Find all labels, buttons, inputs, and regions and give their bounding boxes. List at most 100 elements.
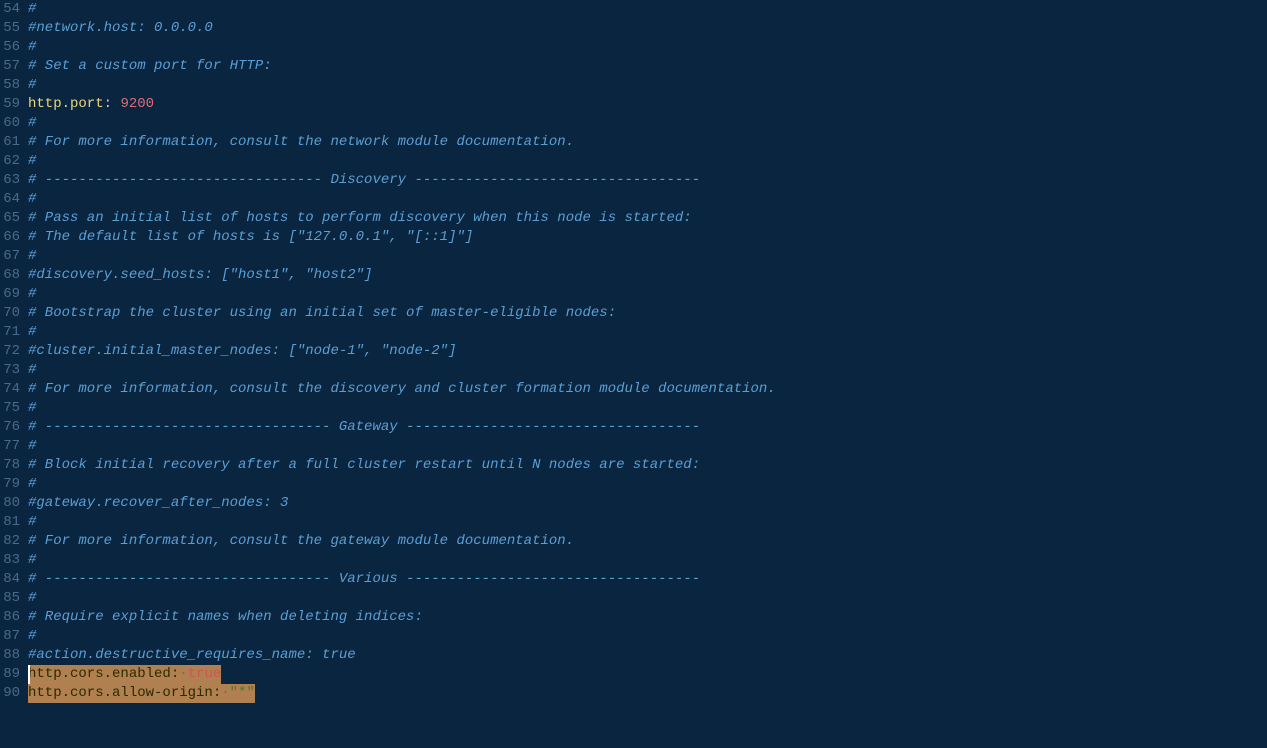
line-number: 90 — [0, 684, 20, 703]
code-line[interactable]: #discovery.seed_hosts: ["host1", "host2"… — [28, 266, 1267, 285]
code-line[interactable]: # — [28, 152, 1267, 171]
code-line[interactable]: #network.host: 0.0.0.0 — [28, 19, 1267, 38]
code-line[interactable]: # The default list of hosts is ["127.0.0… — [28, 228, 1267, 247]
code-line[interactable]: # For more information, consult the netw… — [28, 133, 1267, 152]
line-number: 89 — [0, 665, 20, 684]
token-comment: # — [28, 153, 36, 169]
token-comment: # Require explicit names when deleting i… — [28, 609, 423, 625]
token-comment: # Set a custom port for HTTP: — [28, 58, 272, 74]
code-content[interactable]: # #network.host: 0.0.0.0 # # Set a custom p… — [28, 0, 1267, 748]
line-number: 65 — [0, 209, 20, 228]
code-line[interactable]: # — [28, 475, 1267, 494]
line-number: 66 — [0, 228, 20, 247]
code-line[interactable]: http.port: 9200 — [28, 95, 1267, 114]
code-line[interactable]: # — [28, 627, 1267, 646]
code-line[interactable]: # ---------------------------------- Gat… — [28, 418, 1267, 437]
line-number: 85 — [0, 589, 20, 608]
token-colon: : — [104, 96, 121, 112]
code-line[interactable]: # — [28, 361, 1267, 380]
token-comment: # — [28, 77, 36, 93]
line-number: 60 — [0, 114, 20, 133]
code-line[interactable]: # --------------------------------- Disc… — [28, 171, 1267, 190]
line-number: 61 — [0, 133, 20, 152]
code-line[interactable]: # — [28, 38, 1267, 57]
code-line[interactable]: #cluster.initial_master_nodes: ["node-1"… — [28, 342, 1267, 361]
line-number: 72 — [0, 342, 20, 361]
line-number: 69 — [0, 285, 20, 304]
code-line[interactable]: http.cors.allow-origin:·"*" — [28, 684, 1267, 703]
line-number: 57 — [0, 57, 20, 76]
token-comment: # — [28, 115, 36, 131]
line-number: 73 — [0, 361, 20, 380]
token-comment: # --------------------------------- Disc… — [28, 172, 700, 188]
line-number: 81 — [0, 513, 20, 532]
line-number: 71 — [0, 323, 20, 342]
token-comment: # — [28, 628, 36, 644]
code-line[interactable]: # — [28, 247, 1267, 266]
token-comment: # Block initial recovery after a full cl… — [28, 457, 700, 473]
token-key: http.port — [28, 96, 104, 112]
line-number: 55 — [0, 19, 20, 38]
token-comment: # ---------------------------------- Gat… — [28, 419, 700, 435]
code-line[interactable]: # — [28, 114, 1267, 133]
line-number: 78 — [0, 456, 20, 475]
code-line[interactable]: # ---------------------------------- Var… — [28, 570, 1267, 589]
code-line[interactable]: # For more information, consult the gate… — [28, 532, 1267, 551]
line-number: 84 — [0, 570, 20, 589]
code-editor[interactable]: 5455565758596061626364656667686970717273… — [0, 0, 1267, 748]
line-number-gutter: 5455565758596061626364656667686970717273… — [0, 0, 28, 748]
code-line[interactable]: # — [28, 589, 1267, 608]
token-comment: # — [28, 552, 36, 568]
code-line[interactable]: # Set a custom port for HTTP: — [28, 57, 1267, 76]
code-line[interactable]: # — [28, 551, 1267, 570]
line-number: 76 — [0, 418, 20, 437]
code-line[interactable]: http.cors.enabled:·true — [28, 665, 1267, 684]
token-comment: # ---------------------------------- Var… — [28, 571, 700, 587]
line-number: 56 — [0, 38, 20, 57]
token-comment: # — [28, 191, 36, 207]
code-line[interactable]: # — [28, 190, 1267, 209]
token-comment: # — [28, 1, 36, 17]
code-line[interactable]: # — [28, 513, 1267, 532]
line-number: 58 — [0, 76, 20, 95]
line-number: 83 — [0, 551, 20, 570]
token-comment: # — [28, 438, 36, 454]
token-comment: #discovery.seed_hosts: ["host1", "host2"… — [28, 267, 372, 283]
token-comment: # — [28, 400, 36, 416]
code-line[interactable]: # Pass an initial list of hosts to perfo… — [28, 209, 1267, 228]
token-string: "*" — [230, 685, 255, 701]
code-line[interactable]: # For more information, consult the disc… — [28, 380, 1267, 399]
line-number: 75 — [0, 399, 20, 418]
token-comment: # — [28, 248, 36, 264]
token-comment: # Bootstrap the cluster using an initial… — [28, 305, 616, 321]
token-comment: # — [28, 39, 36, 55]
line-number: 86 — [0, 608, 20, 627]
line-number: 88 — [0, 646, 20, 665]
code-line[interactable]: # Bootstrap the cluster using an initial… — [28, 304, 1267, 323]
code-line[interactable]: # — [28, 0, 1267, 19]
code-line[interactable]: # — [28, 399, 1267, 418]
token-comment: # — [28, 286, 36, 302]
token-comment: #gateway.recover_after_nodes: 3 — [28, 495, 288, 511]
line-number: 59 — [0, 95, 20, 114]
token-key: http.cors.enabled — [28, 666, 171, 682]
code-line[interactable]: # — [28, 76, 1267, 95]
token-comment: #cluster.initial_master_nodes: ["node-1"… — [28, 343, 456, 359]
line-number: 77 — [0, 437, 20, 456]
highlighted-range: http.cors.allow-origin:·"*" — [28, 684, 255, 703]
token-comment: # — [28, 362, 36, 378]
line-number: 67 — [0, 247, 20, 266]
code-line[interactable]: # Block initial recovery after a full cl… — [28, 456, 1267, 475]
line-number: 54 — [0, 0, 20, 19]
code-line[interactable]: # — [28, 323, 1267, 342]
token-comment: #network.host: 0.0.0.0 — [28, 20, 213, 36]
code-line[interactable]: # — [28, 285, 1267, 304]
token-comment: # — [28, 514, 36, 530]
token-comment: #action.destructive_requires_name: true — [28, 647, 356, 663]
code-line[interactable]: # — [28, 437, 1267, 456]
line-number: 70 — [0, 304, 20, 323]
code-line[interactable]: # Require explicit names when deleting i… — [28, 608, 1267, 627]
token-comment: # — [28, 590, 36, 606]
code-line[interactable]: #gateway.recover_after_nodes: 3 — [28, 494, 1267, 513]
code-line[interactable]: #action.destructive_requires_name: true — [28, 646, 1267, 665]
